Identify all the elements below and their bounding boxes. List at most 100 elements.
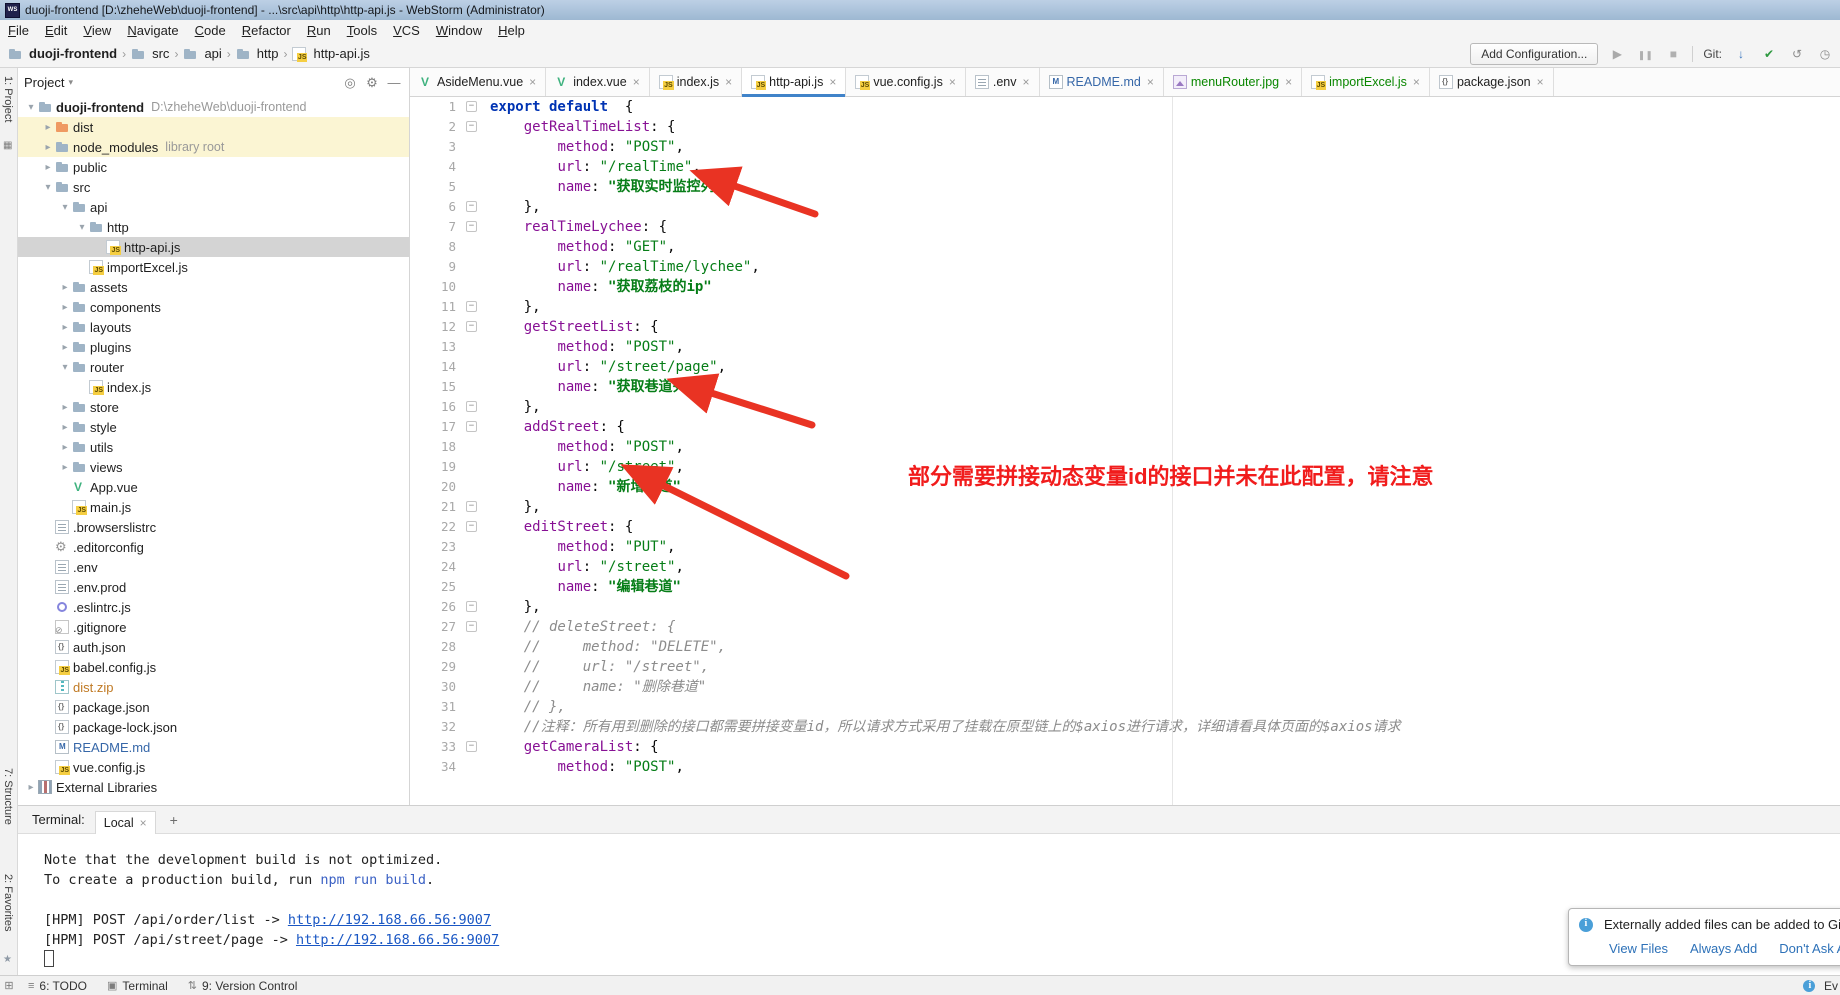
menu-item-file[interactable]: File — [0, 23, 37, 38]
fold-marker[interactable] — [464, 517, 480, 537]
tree-item-.editorconfig[interactable]: .editorconfig — [18, 537, 409, 557]
tab-index.js[interactable]: index.js× — [650, 68, 742, 96]
gear-icon[interactable]: ⚙ — [363, 75, 381, 91]
stop-icon[interactable] — [1664, 47, 1682, 61]
notification-action-always-add[interactable]: Always Add — [1690, 941, 1757, 956]
tree-item-components[interactable]: components — [18, 297, 409, 317]
tab-close-icon[interactable]: × — [529, 76, 536, 88]
tab-close-icon[interactable]: × — [829, 76, 836, 88]
tool-window-project-button[interactable]: 1: Project — [2, 76, 14, 122]
close-icon[interactable]: × — [140, 817, 147, 829]
tree-item-node_modules[interactable]: node_moduleslibrary root — [18, 137, 409, 157]
breadcrumb-item-duoji-frontend[interactable]: duoji-frontend — [8, 46, 117, 61]
menu-item-run[interactable]: Run — [299, 23, 339, 38]
fold-marker[interactable] — [464, 737, 480, 757]
breadcrumb-item-http[interactable]: http — [236, 46, 279, 61]
chevron-collapsed-icon[interactable] — [24, 782, 38, 793]
tab-close-icon[interactable]: × — [633, 76, 640, 88]
tab-close-icon[interactable]: × — [1022, 76, 1029, 88]
tree-item-dist[interactable]: dist — [18, 117, 409, 137]
notification-action-view-files[interactable]: View Files — [1609, 941, 1668, 956]
tab-README.md[interactable]: README.md× — [1040, 68, 1164, 96]
tree-item-index.js[interactable]: index.js — [18, 377, 409, 397]
fold-marker[interactable] — [464, 397, 480, 417]
menu-item-refactor[interactable]: Refactor — [234, 23, 299, 38]
tab-index.vue[interactable]: index.vue× — [546, 68, 650, 96]
tree-item-store[interactable]: store — [18, 397, 409, 417]
tree-item-public[interactable]: public — [18, 157, 409, 177]
tree-item-style[interactable]: style — [18, 417, 409, 437]
hide-panel-icon[interactable]: — — [385, 75, 403, 90]
tab-close-icon[interactable]: × — [1537, 76, 1544, 88]
tree-item-main.js[interactable]: main.js — [18, 497, 409, 517]
tree-item-utils[interactable]: utils — [18, 437, 409, 457]
chevron-expanded-icon[interactable] — [41, 182, 55, 193]
fold-marker[interactable] — [464, 117, 480, 137]
favorites-star-icon[interactable]: ★ — [3, 954, 12, 965]
chevron-expanded-icon[interactable] — [58, 362, 72, 373]
git-update-icon[interactable] — [1732, 47, 1750, 61]
chevron-collapsed-icon[interactable] — [58, 462, 72, 473]
statusbar-item-vcs[interactable]: ⇅9: Version Control — [178, 979, 308, 993]
chevron-collapsed-icon[interactable] — [58, 442, 72, 453]
event-log-icon[interactable] — [1803, 980, 1815, 992]
chevron-collapsed-icon[interactable] — [58, 422, 72, 433]
chevron-expanded-icon[interactable] — [75, 222, 89, 233]
pause-icon[interactable] — [1636, 47, 1654, 61]
terminal-tab-local[interactable]: Local × — [95, 811, 156, 834]
notification-action-don-t-ask-agai[interactable]: Don't Ask Agai — [1779, 941, 1840, 956]
tree-item-.eslintrc.js[interactable]: .eslintrc.js — [18, 597, 409, 617]
menu-item-tools[interactable]: Tools — [339, 23, 385, 38]
breadcrumb-item-api[interactable]: api — [183, 46, 221, 61]
menu-item-view[interactable]: View — [75, 23, 119, 38]
event-log-label[interactable]: Ev — [1824, 979, 1838, 993]
menu-item-code[interactable]: Code — [187, 23, 234, 38]
fold-marker[interactable] — [464, 197, 480, 217]
chevron-collapsed-icon[interactable] — [58, 282, 72, 293]
tree-item-package-lock.json[interactable]: package-lock.json — [18, 717, 409, 737]
statusbar-item-terminal[interactable]: ▣Terminal — [97, 979, 178, 993]
fold-marker[interactable] — [464, 617, 480, 637]
tree-item-package.json[interactable]: package.json — [18, 697, 409, 717]
code-editor[interactable]: 1export default {2 getRealTimeList: {3 m… — [410, 97, 1840, 805]
terminal-link[interactable]: http://192.168.66.56:9007 — [296, 932, 499, 948]
tree-item-http-api.js[interactable]: http-api.js — [18, 237, 409, 257]
tab-AsideMenu.vue[interactable]: AsideMenu.vue× — [410, 68, 546, 96]
chevron-expanded-icon[interactable] — [58, 202, 72, 213]
tree-item-babel.config.js[interactable]: babel.config.js — [18, 657, 409, 677]
terminal-output[interactable]: Note that the development build is not o… — [18, 834, 1840, 971]
chevron-collapsed-icon[interactable] — [58, 402, 72, 413]
tab-close-icon[interactable]: × — [1413, 76, 1420, 88]
tree-item-vue.config.js[interactable]: vue.config.js — [18, 757, 409, 777]
chevron-collapsed-icon[interactable] — [58, 322, 72, 333]
tab-importExcel.js[interactable]: importExcel.js× — [1302, 68, 1430, 96]
git-commit-icon[interactable] — [1760, 47, 1778, 61]
breadcrumb-item-http-api.js[interactable]: http-api.js — [292, 46, 369, 61]
tree-item-duoji-frontend[interactable]: duoji-frontendD:\zheheWeb\duoji-frontend — [18, 97, 409, 117]
git-rollback-icon[interactable] — [1788, 47, 1806, 61]
project-tool-icon[interactable]: ▦ — [3, 140, 12, 151]
fold-marker[interactable] — [464, 597, 480, 617]
tree-item-.browserslistrc[interactable]: .browserslistrc — [18, 517, 409, 537]
breadcrumb-item-src[interactable]: src — [131, 46, 169, 61]
project-panel-title[interactable]: Project — [24, 75, 64, 90]
tree-item-dist.zip[interactable]: dist.zip — [18, 677, 409, 697]
tab-menuRouter.jpg[interactable]: menuRouter.jpg× — [1164, 68, 1302, 96]
chevron-collapsed-icon[interactable] — [41, 142, 55, 153]
tab-vue.config.js[interactable]: vue.config.js× — [846, 68, 966, 96]
tree-item-assets[interactable]: assets — [18, 277, 409, 297]
fold-marker[interactable] — [464, 297, 480, 317]
menu-item-help[interactable]: Help — [490, 23, 533, 38]
chevron-expanded-icon[interactable] — [24, 102, 38, 113]
tab-.env[interactable]: .env× — [966, 68, 1040, 96]
tree-item-auth.json[interactable]: auth.json — [18, 637, 409, 657]
chevron-collapsed-icon[interactable] — [41, 162, 55, 173]
fold-marker[interactable] — [464, 317, 480, 337]
tree-item-router[interactable]: router — [18, 357, 409, 377]
terminal-link[interactable]: http://192.168.66.56:9007 — [288, 912, 491, 928]
tree-item-README.md[interactable]: README.md — [18, 737, 409, 757]
tree-item-.gitignore[interactable]: .gitignore — [18, 617, 409, 637]
add-configuration-button[interactable]: Add Configuration... — [1470, 43, 1598, 65]
terminal-cursor[interactable] — [44, 950, 54, 967]
tab-close-icon[interactable]: × — [949, 76, 956, 88]
